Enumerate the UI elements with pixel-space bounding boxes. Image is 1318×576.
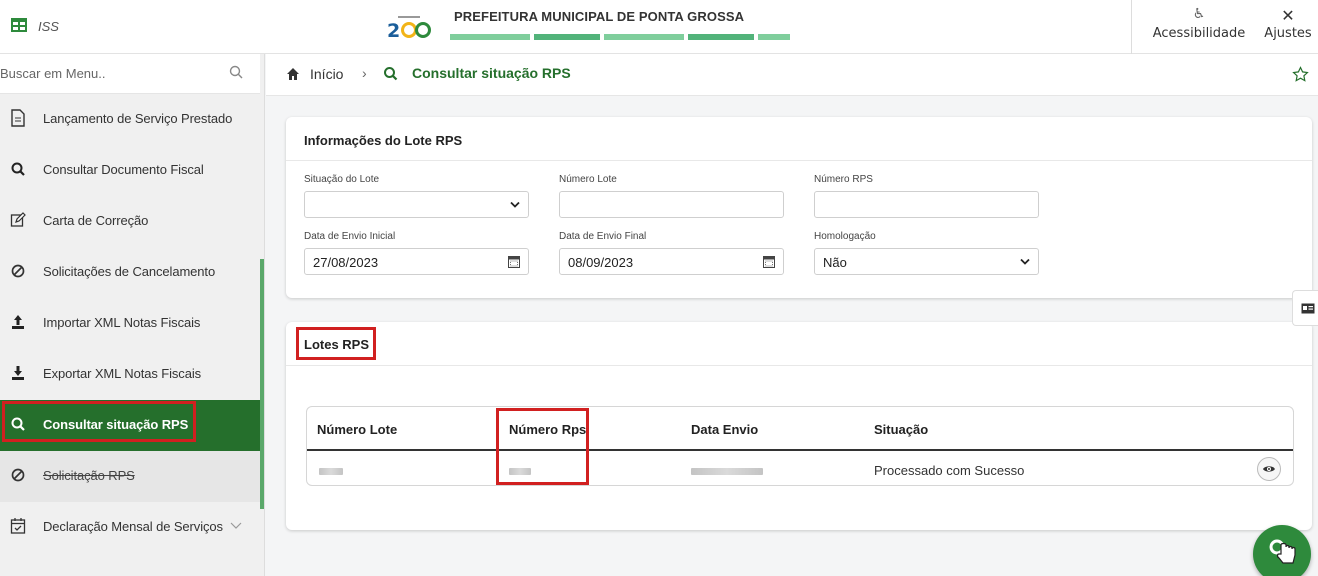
filters-card: Informações do Lote RPS Situação do Lote… bbox=[286, 117, 1312, 298]
chevron-down-icon bbox=[230, 522, 242, 529]
org-subtitle-redacted bbox=[450, 34, 790, 40]
search-icon bbox=[384, 67, 398, 81]
sidebar: Buscar em Menu.. Lançamento de Serviço P… bbox=[0, 54, 265, 576]
chevron-down-icon bbox=[1020, 258, 1030, 265]
ban-icon bbox=[11, 264, 25, 278]
numero-lote-redacted bbox=[319, 468, 343, 475]
hand-pointer-icon bbox=[1269, 539, 1296, 564]
table-header: Número Lote Número Rps Data Envio Situaç… bbox=[307, 407, 1293, 451]
situacao-label: Situação do Lote bbox=[304, 174, 380, 185]
document-icon bbox=[11, 109, 25, 127]
column-header[interactable]: Situação bbox=[874, 422, 928, 437]
home-icon bbox=[287, 68, 299, 80]
lotes-table: Número Lote Número Rps Data Envio Situaç… bbox=[306, 406, 1294, 486]
ban-icon bbox=[11, 468, 25, 482]
app-name: ISS bbox=[38, 19, 59, 34]
data-inicial-value: 27/08/2023 bbox=[313, 255, 379, 270]
upload-icon bbox=[12, 315, 24, 329]
sidebar-item-label: Importar XML Notas Fiscais bbox=[43, 315, 201, 330]
top-bar: ISS 2 PREFEITURA MUNICIPAL DE PONTA GROS… bbox=[0, 0, 1318, 54]
sidebar-item-consultar-documento[interactable]: Consultar Documento Fiscal bbox=[0, 145, 260, 196]
sidebar-item-label: Carta de Correção bbox=[43, 213, 149, 228]
situacao-select[interactable] bbox=[304, 191, 529, 218]
data-inicial-field[interactable]: 27/08/2023 bbox=[304, 248, 529, 275]
sidebar-item-label: Lançamento de Serviço Prestado bbox=[43, 111, 233, 126]
homologacao-select[interactable]: Não bbox=[814, 248, 1039, 275]
column-header[interactable]: Número Lote bbox=[317, 422, 397, 437]
svg-text:2: 2 bbox=[387, 20, 400, 42]
page-title: Consultar situação RPS bbox=[412, 65, 571, 81]
data-inicial-label: Data de Envio Inicial bbox=[304, 231, 396, 242]
edit-icon bbox=[10, 212, 26, 227]
sidebar-item-declaracao-mensal[interactable]: Declaração Mensal de Serviços bbox=[0, 502, 260, 553]
lotes-card: Lotes RPS Número Lote Número Rps Data En… bbox=[286, 322, 1312, 530]
table-icon bbox=[11, 18, 27, 32]
sidebar-item-solicitacao-rps[interactable]: Solicitação RPS bbox=[0, 451, 260, 502]
view-button[interactable] bbox=[1257, 457, 1281, 481]
sidebar-item-carta-correcao[interactable]: Carta de Correção bbox=[0, 196, 260, 247]
sidebar-item-exportar-xml[interactable]: Exportar XML Notas Fiscais bbox=[0, 349, 260, 400]
menu-search[interactable]: Buscar em Menu.. bbox=[0, 54, 260, 94]
sidebar-item-lancamento[interactable]: Lançamento de Serviço Prestado bbox=[0, 94, 260, 145]
data-final-label: Data de Envio Final bbox=[559, 231, 647, 242]
column-header[interactable]: Data Envio bbox=[691, 422, 758, 437]
settings-label: Ajustes bbox=[1264, 26, 1312, 41]
eye-icon bbox=[1263, 466, 1275, 472]
calendar-icon[interactable] bbox=[763, 255, 775, 268]
accessibility-label: Acessibilidade bbox=[1152, 26, 1246, 41]
highlight-box bbox=[2, 401, 196, 442]
download-icon bbox=[12, 366, 24, 380]
numero-lote-field[interactable] bbox=[559, 191, 784, 218]
numero-rps-field[interactable] bbox=[814, 191, 1039, 218]
city-200-logo: 2 bbox=[387, 16, 431, 42]
breadcrumb-home[interactable]: Início bbox=[310, 66, 343, 82]
divider bbox=[286, 365, 1312, 366]
org-title: PREFEITURA MUNICIPAL DE PONTA GROSSA bbox=[454, 9, 745, 24]
tools-icon: ✕ bbox=[1281, 6, 1295, 25]
sidebar-scrollbar[interactable] bbox=[260, 259, 264, 509]
breadcrumb: Início › Consultar situação RPS bbox=[266, 54, 1318, 96]
accessibility-button[interactable]: ♿ Acessibilidade bbox=[1152, 6, 1246, 41]
homologacao-value: Não bbox=[823, 255, 847, 270]
homologacao-label: Homologação bbox=[814, 231, 876, 242]
divider bbox=[286, 160, 1312, 161]
data-final-field[interactable]: 08/09/2023 bbox=[559, 248, 784, 275]
sidebar-item-label: Solicitações de Cancelamento bbox=[43, 264, 216, 279]
highlight-box bbox=[296, 327, 376, 360]
breadcrumb-separator: › bbox=[362, 65, 367, 81]
search-icon bbox=[11, 162, 25, 176]
data-final-value: 08/09/2023 bbox=[568, 255, 634, 270]
search-icon bbox=[229, 65, 243, 79]
calendar-icon[interactable] bbox=[508, 255, 520, 268]
sidebar-item-label: Declaração Mensal de Serviços bbox=[43, 519, 223, 534]
wheelchair-icon: ♿ bbox=[1192, 6, 1206, 22]
sidebar-item-label: Solicitação RPS bbox=[43, 468, 135, 483]
calendar-check-icon bbox=[10, 518, 26, 534]
sidebar-item-solicitacoes-cancelamento[interactable]: Solicitações de Cancelamento bbox=[0, 247, 260, 298]
highlight-box bbox=[496, 408, 589, 485]
menu-search-input[interactable]: Buscar em Menu.. bbox=[0, 66, 106, 81]
id-card-icon bbox=[1301, 303, 1315, 314]
divider bbox=[1131, 0, 1132, 54]
settings-button[interactable]: ✕ Ajustes bbox=[1260, 6, 1316, 41]
chat-fab-button[interactable] bbox=[1253, 525, 1311, 576]
numero-rps-label: Número RPS bbox=[814, 174, 873, 185]
chevron-down-icon bbox=[510, 201, 520, 208]
sidebar-item-importar-xml[interactable]: Importar XML Notas Fiscais bbox=[0, 298, 260, 349]
star-icon[interactable] bbox=[1292, 66, 1309, 83]
sidebar-item-label: Consultar Documento Fiscal bbox=[43, 162, 204, 177]
numero-lote-label: Número Lote bbox=[559, 174, 617, 185]
data-envio-redacted bbox=[691, 468, 763, 475]
side-panel-toggle[interactable] bbox=[1292, 290, 1318, 326]
sidebar-item-label: Exportar XML Notas Fiscais bbox=[43, 366, 202, 381]
situacao-cell: Processado com Sucesso bbox=[874, 463, 1025, 478]
filters-title: Informações do Lote RPS bbox=[304, 133, 463, 148]
